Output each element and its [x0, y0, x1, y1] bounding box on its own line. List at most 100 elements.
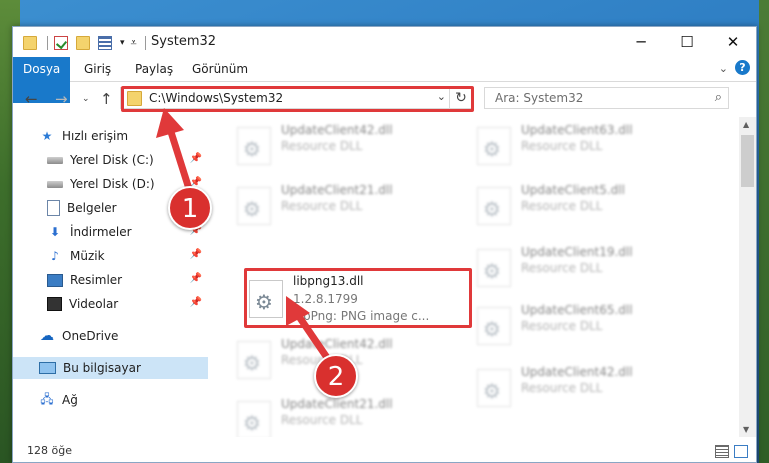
scrollbar-thumb[interactable]: [741, 135, 754, 187]
scroll-up-icon[interactable]: ▲: [743, 120, 749, 129]
file-name: UpdateClient21.dll: [281, 183, 393, 197]
help-icon[interactable]: ?: [735, 60, 750, 75]
list-item[interactable]: UpdateClient63.dll Resource DLL: [477, 123, 697, 169]
expand-ribbon-icon[interactable]: ⌄: [719, 62, 728, 75]
vertical-scrollbar[interactable]: ▲ ▼: [739, 117, 756, 437]
list-item[interactable]: UpdateClient21.dll Resource DLL: [237, 397, 457, 437]
divider: [47, 36, 48, 50]
customize-toolbar-icon[interactable]: ▾: [120, 38, 125, 48]
quick-access-toolbar: ▾ ⩡: [23, 35, 152, 51]
onedrive-icon: ☁: [40, 328, 54, 344]
disk-icon: [47, 156, 63, 164]
search-placeholder: Ara: System32: [495, 91, 584, 105]
back-button[interactable]: ←: [25, 90, 38, 108]
navigation-bar: ← → ⌄ ↑ C:\Windows\System32 ⌄ ↻ Ara: Sys…: [13, 82, 756, 116]
search-icon: ⌕: [714, 90, 722, 105]
status-bar: 128 öğe: [13, 440, 756, 462]
explorer-window: ▾ ⩡ System32 ─ ☐ ✕ Dosya Giriş Paylaş Gö…: [12, 26, 757, 463]
nav-item-label: Resimler: [70, 273, 123, 287]
dll-file-icon: [477, 307, 511, 345]
list-item[interactable]: UpdateClient5.dll Resource DLL: [477, 183, 697, 229]
properties-icon[interactable]: [54, 36, 68, 50]
address-highlight-box: [121, 86, 474, 112]
network-icon: 🖧: [40, 391, 54, 406]
nav-item-pictures[interactable]: Resimler 📌: [13, 269, 208, 291]
file-description: Resource DLL: [281, 139, 363, 153]
file-description: Resource DLL: [521, 261, 603, 275]
navigation-pane: ★ Hızlı erişim Yerel Disk (C:) 📌 Yerel D…: [13, 117, 208, 437]
nav-item-label: Yerel Disk (C:): [70, 153, 154, 167]
nav-item-label: Yerel Disk (D:): [70, 177, 155, 191]
large-icons-view-icon[interactable]: [734, 445, 748, 458]
file-description: Resource DLL: [521, 381, 603, 395]
list-item[interactable]: UpdateClient65.dll Resource DLL: [477, 303, 697, 349]
details-view-icon[interactable]: [715, 445, 729, 458]
star-icon: ★: [41, 129, 53, 143]
file-description: Resource DLL: [281, 199, 363, 213]
minimize-button[interactable]: ─: [618, 27, 664, 57]
desktop-wallpaper-right: [759, 0, 769, 463]
list-item[interactable]: UpdateClient42.dll Resource DLL: [477, 365, 697, 411]
new-folder-icon[interactable]: [76, 36, 90, 50]
nav-item-label: Videolar: [69, 297, 119, 311]
toolbar-dropdown-icon[interactable]: ⩡: [131, 36, 137, 50]
search-input[interactable]: Ara: System32 ⌕: [484, 87, 729, 109]
pin-icon: 📌: [189, 273, 202, 284]
step-badge-1: 1: [168, 186, 212, 230]
item-count: 128 öğe: [27, 444, 72, 457]
disk-icon: [47, 180, 63, 188]
up-button[interactable]: ↑: [100, 90, 113, 108]
file-name: UpdateClient42.dll: [281, 337, 393, 351]
list-item[interactable]: UpdateClient42.dll Resource DLL: [237, 123, 457, 169]
pin-icon: 📌: [189, 297, 202, 308]
file-name: UpdateClient65.dll: [521, 303, 633, 317]
document-icon: [47, 200, 60, 216]
view-icon[interactable]: [98, 36, 112, 50]
pictures-icon: [47, 273, 63, 287]
folder-icon: [23, 36, 37, 50]
videos-icon: [47, 297, 62, 311]
tab-paylas[interactable]: Paylaş: [125, 57, 183, 81]
dll-file-icon: [477, 187, 511, 225]
nav-item-music[interactable]: ♪ Müzik 📌: [13, 245, 208, 267]
dll-file-icon: [477, 369, 511, 407]
nav-item-label: Belgeler: [67, 201, 117, 215]
nav-item-label: Ağ: [62, 393, 78, 407]
nav-item-this-pc[interactable]: Bu bilgisayar: [13, 357, 208, 379]
dll-file-icon: [237, 341, 271, 379]
ribbon-tabs: Dosya Giriş Paylaş Görünüm ⌄ ?: [13, 57, 756, 103]
tab-gorunum[interactable]: Görünüm: [182, 57, 258, 81]
dll-file-icon: [237, 127, 271, 165]
dll-file-icon: [237, 401, 271, 437]
file-description: Resource DLL: [281, 413, 363, 427]
file-name: UpdateClient42.dll: [521, 365, 633, 379]
pin-icon: 📌: [189, 249, 202, 260]
divider: [144, 36, 146, 50]
forward-button[interactable]: →: [55, 90, 68, 108]
file-description: Resource DLL: [521, 319, 603, 333]
this-pc-icon: [39, 362, 56, 374]
nav-item-network[interactable]: 🖧 Ağ: [13, 389, 208, 411]
dll-file-icon: [237, 187, 271, 225]
nav-item-local-disk-c[interactable]: Yerel Disk (C:) 📌: [13, 149, 208, 171]
close-button[interactable]: ✕: [710, 27, 756, 57]
list-item[interactable]: UpdateClient19.dll Resource DLL: [477, 245, 697, 291]
scroll-down-icon[interactable]: ▼: [743, 425, 749, 434]
nav-item-label: Müzik: [70, 249, 105, 263]
step-badge-2: 2: [314, 354, 358, 398]
list-item[interactable]: UpdateClient21.dll Resource DLL: [237, 183, 457, 229]
download-icon: ⬇: [49, 225, 61, 239]
recent-locations-icon[interactable]: ⌄: [82, 94, 90, 104]
maximize-button[interactable]: ☐: [664, 27, 710, 57]
nav-item-label: Hızlı erişim: [62, 129, 129, 143]
window-title: System32: [151, 34, 217, 49]
file-description: Resource DLL: [521, 199, 603, 213]
file-description: Resource DLL: [521, 139, 603, 153]
tab-giris[interactable]: Giriş: [74, 57, 121, 81]
file-name: UpdateClient21.dll: [281, 397, 393, 411]
nav-item-onedrive[interactable]: ☁ OneDrive: [13, 325, 208, 347]
nav-item-quick-access[interactable]: ★ Hızlı erişim: [13, 125, 208, 147]
nav-item-videos[interactable]: Videolar 📌: [13, 293, 208, 315]
dll-file-icon: [477, 127, 511, 165]
file-name: UpdateClient5.dll: [521, 183, 625, 197]
